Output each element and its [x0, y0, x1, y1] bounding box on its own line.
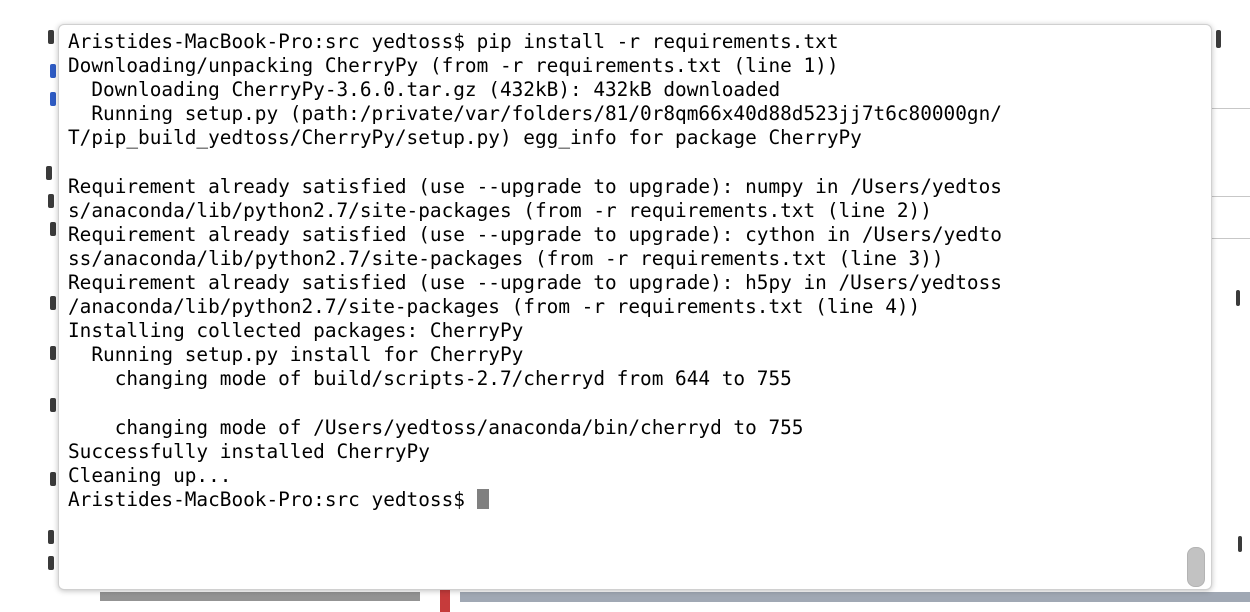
terminal-line: Downloading CherryPy-3.6.0.tar.gz (432kB…	[68, 78, 781, 102]
terminal-window[interactable]: Aristides-MacBook-Pro:src yedtoss$ pip i…	[58, 24, 1212, 590]
background-mark	[48, 194, 54, 208]
terminal-line: Successfully installed CherryPy	[68, 439, 430, 463]
terminal-line: Running setup.py (path:/private/var/fold…	[68, 102, 1002, 126]
background-divider	[1210, 196, 1250, 197]
background-mark	[50, 472, 56, 486]
background-mark	[46, 166, 52, 180]
terminal-line: Requirement already satisfied (use --upg…	[68, 222, 1002, 246]
background-mark	[1238, 536, 1242, 552]
terminal-line: s/anaconda/lib/python2.7/site-packages (…	[68, 198, 932, 222]
background-marker	[440, 590, 450, 612]
terminal-line: Running setup.py install for CherryPy	[68, 343, 524, 367]
background-mark	[50, 346, 56, 360]
terminal-line: Downloading/unpacking CherryPy (from -r …	[68, 54, 839, 78]
shell-prompt: Aristides-MacBook-Pro:src yedtoss$	[68, 487, 477, 511]
background-mark	[50, 296, 56, 310]
text-cursor	[476, 488, 489, 509]
background-mark	[1236, 290, 1240, 306]
background-mark	[48, 556, 54, 570]
terminal-line: Requirement already satisfied (use --upg…	[68, 270, 1002, 294]
background-window-right	[1210, 0, 1250, 612]
terminal-line: Aristides-MacBook-Pro:src yedtoss$ pip i…	[68, 30, 839, 53]
terminal-scrollbar[interactable]	[1187, 547, 1205, 587]
terminal-line: changing mode of build/scripts-2.7/cherr…	[68, 367, 792, 391]
background-mark	[50, 222, 56, 236]
background-text-fragment	[100, 592, 420, 612]
terminal-line: Cleaning up...	[68, 463, 232, 487]
background-mark	[1216, 30, 1221, 48]
terminal-prompt-line[interactable]: Aristides-MacBook-Pro:src yedtoss$	[68, 488, 1002, 512]
terminal-line: /anaconda/lib/python2.7/site-packages (f…	[68, 295, 921, 319]
background-mark	[50, 398, 56, 412]
terminal-line: Installing collected packages: CherryPy	[68, 319, 524, 343]
background-divider	[1210, 238, 1250, 239]
background-content-bottom	[0, 588, 1250, 612]
background-divider	[1210, 108, 1250, 109]
background-text-fragment	[460, 592, 1250, 612]
background-mark	[50, 64, 56, 78]
terminal-output: Aristides-MacBook-Pro:src yedtoss$ pip i…	[68, 30, 1002, 512]
terminal-line: T/pip_build_yedtoss/CherryPy/setup.py) e…	[68, 126, 862, 150]
terminal-line: Requirement already satisfied (use --upg…	[68, 174, 1002, 198]
desktop: Aristides-MacBook-Pro:src yedtoss$ pip i…	[0, 0, 1250, 612]
background-window-left	[0, 0, 58, 612]
terminal-line: ss/anaconda/lib/python2.7/site-packages …	[68, 246, 944, 270]
background-mark	[48, 530, 54, 544]
background-mark	[48, 30, 54, 44]
background-mark	[50, 92, 56, 106]
terminal-line: changing mode of /Users/yedtoss/anaconda…	[68, 415, 804, 439]
